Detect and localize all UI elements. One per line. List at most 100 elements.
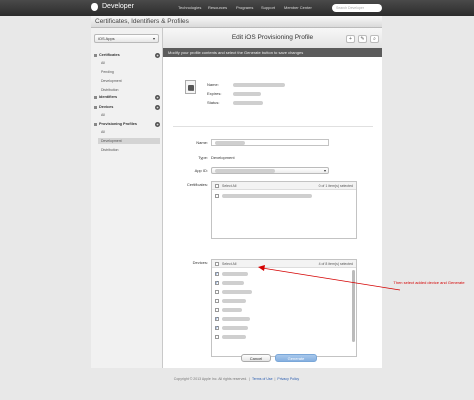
- certificate-checkbox[interactable]: [215, 194, 219, 198]
- sidebar-item-certificates-pending[interactable]: Pending: [98, 69, 160, 75]
- redacted-device-name: [222, 272, 248, 276]
- platform-select[interactable]: iOS Apps ▾: [94, 34, 159, 43]
- device-checkbox[interactable]: [215, 325, 219, 331]
- add-profile-icon[interactable]: +: [155, 122, 160, 127]
- sidebar: iOS Apps ▾ Certificates + All Pending De…: [91, 28, 163, 368]
- redacted-value: [222, 194, 312, 198]
- redacted-device-name: [222, 326, 248, 330]
- chevron-down-icon: ▾: [323, 168, 326, 173]
- redacted-device-name: [222, 335, 246, 339]
- footer-row: Copyright © 2013 Apple Inc. All rights r…: [173, 377, 300, 381]
- redacted-value: [215, 169, 275, 173]
- device-checkbox[interactable]: [215, 271, 219, 277]
- redacted-value: [233, 101, 263, 105]
- redacted-device-name: [222, 290, 252, 294]
- device-checkbox[interactable]: [215, 280, 219, 286]
- add-device-icon[interactable]: +: [155, 105, 160, 110]
- sidebar-item-profiles-development[interactable]: Development: [98, 138, 160, 144]
- sidebar-section-identifiers[interactable]: Identifiers +: [94, 95, 161, 102]
- nav-support[interactable]: Support: [261, 5, 275, 10]
- redacted-device-name: [222, 308, 242, 312]
- panel-subtitle: Modify your profile contents and select …: [163, 48, 382, 57]
- sidebar-item-certificates-all[interactable]: All: [98, 60, 160, 66]
- privacy-link[interactable]: Privacy Policy: [277, 377, 299, 381]
- certificate-icon: [94, 53, 97, 57]
- page-title: Certificates, Identifiers & Profiles: [95, 18, 189, 25]
- nav-member-center[interactable]: Member Center: [284, 5, 312, 10]
- sidebar-section-label: Certificates: [99, 53, 120, 57]
- redacted-value: [233, 92, 261, 96]
- apple-logo-icon: [91, 3, 98, 11]
- nav-resources[interactable]: Resources: [208, 5, 227, 10]
- redacted-device-name: [222, 317, 250, 321]
- summary-expires-label: Expires:: [207, 91, 222, 96]
- sidebar-section-certificates[interactable]: Certificates +: [94, 53, 161, 60]
- generate-button[interactable]: Generate: [275, 354, 317, 362]
- profile-icon: [94, 122, 97, 126]
- main-panel: Edit iOS Provisioning Profile + ✎ ⌕ Modi…: [163, 28, 382, 368]
- certificates-list-header: Select All 0 of 1 item(s) selected: [212, 182, 356, 190]
- sidebar-item-devices-all[interactable]: All: [98, 112, 160, 118]
- sidebar-section-provisioning-profiles[interactable]: Provisioning Profiles +: [94, 122, 161, 129]
- certificates-label: Certificates:: [186, 182, 208, 187]
- sidebar-section-label: Identifiers: [99, 95, 118, 99]
- device-icon: [94, 105, 97, 109]
- chevron-down-icon: ▾: [152, 36, 155, 41]
- sidebar-section-devices[interactable]: Devices +: [94, 105, 161, 112]
- profile-icon-text: PROV: [187, 91, 193, 93]
- devices-select-all-label: Select All: [222, 262, 237, 266]
- devices-select-all-checkbox[interactable]: [215, 262, 219, 266]
- device-checkbox[interactable]: [215, 335, 219, 339]
- certificates-select-all-label: Select All: [222, 184, 237, 188]
- device-checkbox[interactable]: [215, 308, 219, 312]
- nav-programs[interactable]: Programs: [236, 5, 253, 10]
- name-label: Name:: [196, 140, 208, 145]
- devices-list[interactable]: Select All 4 of 8 item(s) selected: [211, 259, 357, 357]
- certificates-count: 0 of 1 item(s) selected: [318, 184, 353, 188]
- type-label: Type:: [198, 155, 208, 160]
- summary-status-label: Status:: [207, 100, 220, 105]
- device-checkbox[interactable]: [215, 316, 219, 322]
- redacted-value: [233, 83, 285, 87]
- identifier-icon: [94, 95, 97, 99]
- sidebar-item-certificates-distribution[interactable]: Distribution: [98, 87, 160, 93]
- certificates-list[interactable]: Select All 0 of 1 item(s) selected: [211, 181, 357, 239]
- redacted-device-name: [222, 281, 244, 285]
- sidebar-section-label: Provisioning Profiles: [99, 122, 137, 126]
- redacted-value: [215, 141, 245, 145]
- cancel-button[interactable]: Cancel: [241, 354, 271, 362]
- devices-label: Devices:: [192, 260, 208, 265]
- add-icon[interactable]: +: [346, 35, 355, 43]
- page-header: Certificates, Identifiers & Profiles: [91, 16, 382, 28]
- devices-count: 4 of 8 item(s) selected: [318, 262, 353, 266]
- sidebar-item-certificates-development[interactable]: Development: [98, 78, 160, 84]
- footer: Copyright © 2013 Apple Inc. All rights r…: [91, 368, 382, 400]
- app-id-select[interactable]: ▾: [211, 167, 329, 174]
- terms-link[interactable]: Terms of Use: [252, 377, 273, 381]
- devices-list-header: Select All 4 of 8 item(s) selected: [212, 260, 356, 268]
- device-checkbox[interactable]: [215, 290, 219, 294]
- provisioning-profile-icon: PROV: [185, 80, 196, 94]
- platform-select-value: iOS Apps: [98, 36, 115, 41]
- name-field[interactable]: [211, 139, 329, 146]
- search-icon[interactable]: ⌕: [370, 35, 379, 43]
- sidebar-item-profiles-all[interactable]: All: [98, 129, 160, 135]
- top-navigation-bar: Developer Technologies Resources Program…: [0, 0, 474, 16]
- type-value: Development: [211, 155, 235, 160]
- sidebar-item-profiles-distribution[interactable]: Distribution: [98, 147, 160, 153]
- redacted-device-name: [222, 299, 246, 303]
- copyright-text: Copyright © 2013 Apple Inc. All rights r…: [173, 377, 248, 381]
- nav-technologies[interactable]: Technologies: [178, 5, 201, 10]
- brand-label: Developer: [102, 3, 134, 10]
- divider: [173, 126, 373, 127]
- certificates-select-all-checkbox[interactable]: [215, 184, 219, 188]
- app-id-label: App ID:: [194, 168, 208, 173]
- devices-scrollbar[interactable]: [352, 270, 355, 342]
- device-checkbox[interactable]: [215, 299, 219, 303]
- sidebar-section-label: Devices: [99, 105, 114, 109]
- add-identifier-icon[interactable]: +: [155, 95, 160, 100]
- edit-icon[interactable]: ✎: [358, 35, 367, 43]
- add-certificate-icon[interactable]: +: [155, 53, 160, 58]
- summary-name-label: Name:: [207, 82, 219, 87]
- search-input[interactable]: Search Developer: [332, 4, 382, 12]
